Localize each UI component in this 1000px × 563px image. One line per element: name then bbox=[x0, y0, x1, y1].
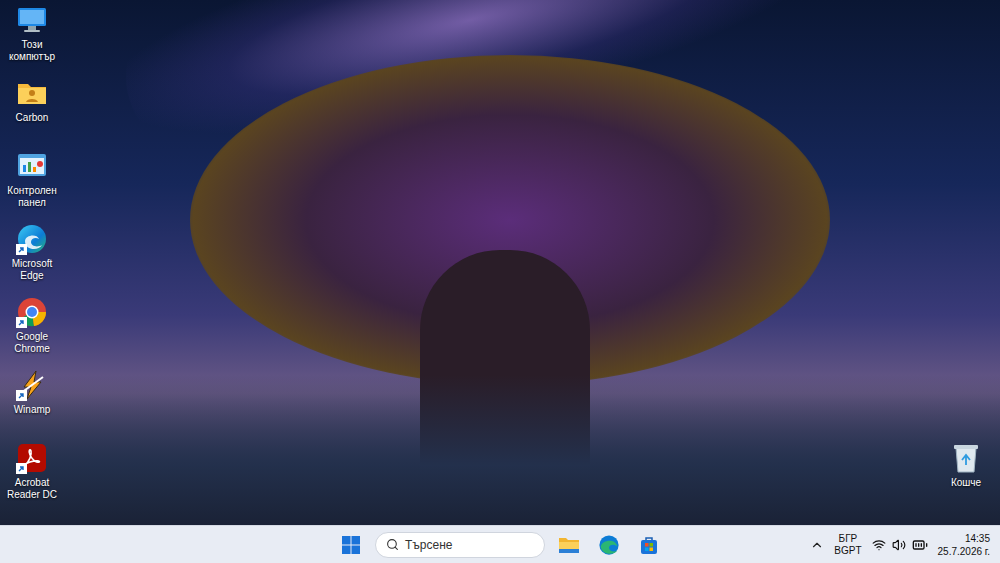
desktop-icon-label: Google Chrome bbox=[0, 331, 64, 355]
shortcut-arrow-icon bbox=[16, 463, 27, 474]
store-button[interactable] bbox=[633, 529, 665, 561]
edge-icon bbox=[598, 534, 620, 556]
taskbar: Търсене БГРBGPT 14:3525.7.2026 г. bbox=[0, 525, 1000, 563]
desktop-icon-label: Този компютър bbox=[0, 39, 64, 63]
search-icon bbox=[386, 538, 399, 551]
chevron-up-icon[interactable] bbox=[810, 538, 824, 552]
desktop-icons: Този компютър Carbon Контролен панел Micros… bbox=[0, 0, 64, 511]
recycle-bin[interactable]: Кошче bbox=[934, 442, 998, 489]
system-tray: БГРBGPT 14:3525.7.2026 г. bbox=[665, 532, 1000, 558]
mountains bbox=[0, 375, 1000, 525]
desktop-icon-image bbox=[16, 150, 48, 182]
search-placeholder: Търсене bbox=[405, 536, 452, 554]
desktop: Този компютър Carbon Контролен панел Micros… bbox=[0, 0, 1000, 525]
clock-date: 25.7.2026 г. bbox=[938, 545, 990, 558]
recycle-bin-icon bbox=[951, 442, 981, 474]
computer-icon bbox=[16, 4, 48, 36]
wallpaper bbox=[0, 0, 1000, 525]
desktop-icon[interactable]: Microsoft Edge bbox=[0, 219, 64, 292]
desktop-icon[interactable]: Този компютър bbox=[0, 0, 64, 73]
folder-icon bbox=[16, 77, 48, 109]
desktop-icon[interactable]: Контролен панел bbox=[0, 146, 64, 219]
desktop-icon-image bbox=[16, 223, 48, 255]
desktop-icon-label: Carbon bbox=[16, 112, 49, 124]
desktop-icon-image bbox=[16, 77, 48, 109]
desktop-icon-image bbox=[16, 4, 48, 36]
control-panel-icon bbox=[16, 150, 48, 182]
desktop-icon-label: Acrobat Reader DC bbox=[0, 477, 64, 501]
wifi-icon bbox=[872, 538, 886, 552]
desktop-icon[interactable]: Carbon bbox=[0, 73, 64, 146]
start-button[interactable] bbox=[335, 529, 367, 561]
desktop-icon-label: Контролен панел bbox=[0, 185, 64, 209]
battery-icon bbox=[912, 537, 928, 553]
desktop-icon-image bbox=[16, 369, 48, 401]
search-box[interactable]: Търсене bbox=[375, 532, 545, 558]
language-indicator[interactable]: БГРBGPT bbox=[834, 533, 861, 557]
screen: Този компютър Carbon Контролен панел Micros… bbox=[0, 0, 1000, 563]
file-explorer-button[interactable] bbox=[553, 529, 585, 561]
desktop-icon-image bbox=[16, 296, 48, 328]
store-icon bbox=[639, 535, 659, 555]
clock[interactable]: 14:3525.7.2026 г. bbox=[938, 532, 990, 558]
desktop-icon-label: Winamp bbox=[14, 404, 51, 416]
desktop-icon[interactable]: Winamp bbox=[0, 365, 64, 438]
status-icons[interactable] bbox=[872, 537, 928, 553]
desktop-icon[interactable]: Acrobat Reader DC bbox=[0, 438, 64, 511]
layout-label: BGPT bbox=[834, 545, 861, 557]
volume-icon bbox=[892, 538, 906, 552]
language-label: БГР bbox=[839, 533, 858, 545]
recycle-bin-label: Кошче bbox=[951, 477, 981, 489]
shortcut-arrow-icon bbox=[16, 390, 27, 401]
desktop-icon[interactable]: Google Chrome bbox=[0, 292, 64, 365]
shortcut-arrow-icon bbox=[16, 317, 27, 328]
desktop-icon-label: Microsoft Edge bbox=[0, 258, 64, 282]
clock-time: 14:35 bbox=[965, 532, 990, 545]
folder-icon bbox=[558, 535, 580, 555]
edge-button[interactable] bbox=[593, 529, 625, 561]
taskbar-center: Търсене bbox=[335, 529, 665, 561]
shortcut-arrow-icon bbox=[16, 244, 27, 255]
desktop-icon-image bbox=[16, 442, 48, 474]
windows-logo-icon bbox=[342, 536, 360, 554]
